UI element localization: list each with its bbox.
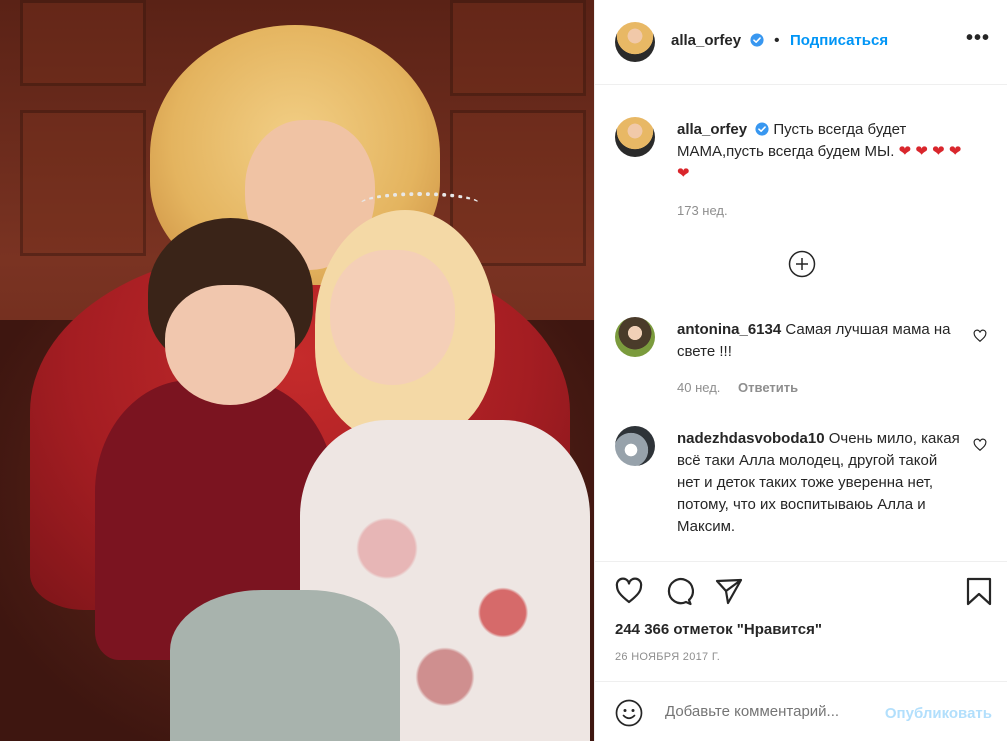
comment-row: antonina_6134 Самая лучшая мама на свете… (615, 317, 995, 397)
caption-row: alla_orfey Пусть всегда будет МАМА,пусть… (615, 117, 995, 227)
author-username[interactable]: alla_orfey (671, 32, 741, 49)
comments-list[interactable]: alla_orfey Пусть всегда будет МАМА,пусть… (595, 85, 1007, 560)
comment-bubble-icon[interactable] (664, 576, 694, 606)
comment-row: nadezhdasvoboda10 Очень мило, какая всё … (615, 426, 995, 560)
post-actions: 244 366 отметок "Нравится" 26 НОЯБРЯ 201… (595, 561, 1007, 682)
plus-circle-icon[interactable] (788, 250, 816, 278)
post-header: alla_orfey • Подписаться ••• (595, 0, 1007, 85)
comment-like-icon[interactable] (973, 438, 987, 452)
wood-panel (20, 0, 146, 86)
follow-button[interactable]: Подписаться (790, 32, 888, 49)
jeans (170, 590, 400, 741)
wood-panel (450, 110, 586, 266)
comment-input[interactable] (665, 703, 875, 720)
caption-avatar[interactable] (615, 117, 655, 157)
publish-button[interactable]: Опубликовать (885, 705, 992, 722)
comment-text: antonina_6134 Самая лучшая мама на свете… (677, 319, 957, 363)
post-sidebar: alla_orfey • Подписаться ••• alla_orfey … (594, 0, 1007, 741)
commenter-avatar[interactable] (615, 426, 655, 466)
smiley-icon[interactable] (615, 699, 643, 727)
separator-dot: • (773, 32, 780, 49)
caption-username[interactable]: alla_orfey (677, 121, 747, 138)
verified-badge-icon (755, 122, 769, 136)
comment-meta: 40 нед. Ответить (677, 380, 798, 395)
commenter-avatar[interactable] (615, 317, 655, 357)
likes-count[interactable]: 244 366 отметок "Нравится" (615, 621, 822, 638)
comment-like-icon[interactable] (973, 329, 987, 343)
comment-time[interactable]: 40 нед. (677, 380, 720, 395)
reply-button[interactable]: Ответить (738, 380, 798, 395)
heart-icon[interactable] (614, 576, 644, 606)
post-photo[interactable] (0, 0, 594, 741)
commenter-username[interactable]: nadezhdasvoboda10 (677, 430, 825, 447)
comment-text: nadezhdasvoboda10 Очень мило, какая всё … (677, 428, 962, 538)
wood-panel (20, 110, 146, 256)
girl-face (330, 250, 455, 385)
wood-panel (450, 0, 586, 96)
verified-badge-icon (749, 33, 764, 47)
bookmark-icon[interactable] (964, 576, 994, 606)
add-comment-bar: Опубликовать (595, 681, 1007, 742)
caption-time[interactable]: 173 нед. (677, 203, 728, 218)
commenter-username[interactable]: antonina_6134 (677, 321, 781, 338)
boy-face (165, 285, 295, 405)
caption-text: alla_orfey Пусть всегда будет МАМА,пусть… (677, 119, 977, 185)
author-line: alla_orfey • Подписаться (671, 32, 888, 50)
author-avatar[interactable] (615, 22, 655, 62)
paper-plane-icon[interactable] (714, 576, 744, 606)
post-date[interactable]: 26 НОЯБРЯ 2017 Г. (615, 651, 720, 663)
more-options-icon[interactable]: ••• (966, 28, 990, 48)
tiara (360, 192, 480, 216)
